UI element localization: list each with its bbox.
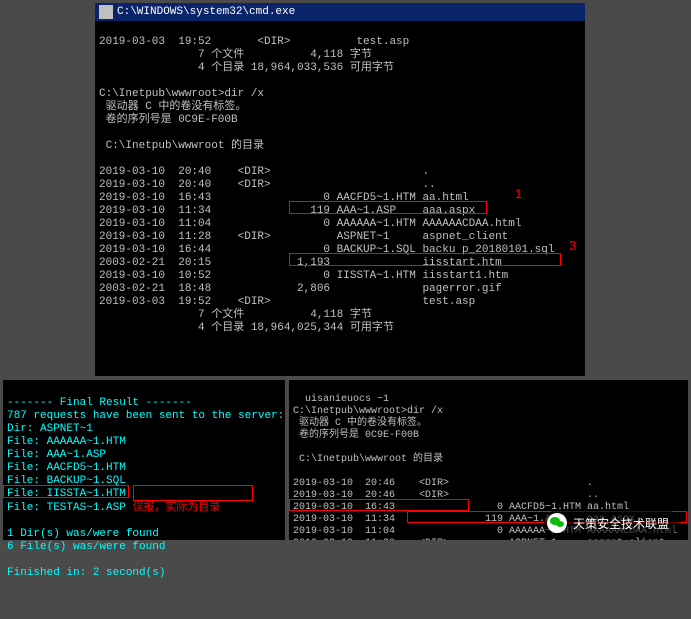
requests-line: 787 requests have been sent to the serve… — [7, 410, 284, 422]
file-found: File: BACKUP~1.SQL — [7, 475, 126, 487]
dir-row: 2019-03-10 11:28 <DIR> ASPNET~1 aspnet_c… — [99, 231, 508, 243]
dir-row: 2019-03-10 20:40 <DIR> .. — [99, 179, 436, 191]
dir-row: 2019-03-10 20:40 <DIR> . — [99, 166, 429, 178]
dir-row: 2019-03-10 11:34 119 AAA~1.ASP aaa.aspx — [99, 205, 475, 217]
dir-row: 2019-03-10 11:04 0 AAAAAA~1.HTM AAAAAACD… — [99, 218, 521, 230]
result-header: ------- Final Result ------- — [7, 397, 192, 409]
file-found: File: TESTAS~1.ASP — [7, 502, 126, 514]
dir-found: Dir: ASPNET~1 — [7, 423, 93, 435]
file-found: File: AACFD5~1.HTM — [7, 462, 126, 474]
line: 2019-03-03 19:52 <DIR> test.asp — [99, 36, 409, 48]
finished-line: Finished in: 2 second(s) — [7, 567, 165, 579]
line: 卷的序列号是 0C9E-F00B — [293, 430, 419, 441]
dir-row: 2019-03-10 20:46 <DIR> . — [293, 478, 593, 489]
annotation-3: 3 — [569, 238, 576, 253]
cmd-window-top: C:\WINDOWS\system32\cmd.exe 2019-03-03 1… — [95, 3, 585, 376]
line: 4 个目录 18,964,025,344 可用字节 — [99, 322, 394, 334]
file-found: File: AAA~1.ASP — [7, 449, 106, 461]
line: 7 个文件 4,118 字节 — [99, 49, 372, 61]
file-count: 6 File(s) was/were found — [7, 541, 165, 553]
file-found: File: IISSTA~1.HTM — [7, 488, 126, 500]
prompt-line: C:\Inetpub\wwwroot>dir /x — [293, 406, 443, 417]
line: 驱动器 C 中的卷没有标签。 — [293, 418, 427, 429]
false-positive-note: 误报，实际为目录 — [132, 501, 220, 513]
wechat-badge[interactable]: 天策安全技术联盟 — [544, 510, 679, 536]
line: C:\Inetpub\wwwroot 的目录 — [293, 454, 443, 465]
window-title: C:\WINDOWS\system32\cmd.exe — [117, 6, 295, 18]
dir-row: 2019-03-10 16:43 0 AACFD5~1.HTM aa.html — [99, 192, 469, 204]
wechat-label: 天策安全技术联盟 — [573, 515, 669, 532]
line: C:\Inetpub\wwwroot 的目录 — [99, 140, 264, 152]
line: uisanieuocs ~1 — [293, 394, 389, 405]
dir-row: 2019-03-10 20:46 <DIR> .. — [293, 490, 599, 501]
cmd-icon — [99, 5, 113, 19]
titlebar[interactable]: C:\WINDOWS\system32\cmd.exe — [95, 3, 585, 21]
terminal-output-top: 2019-03-03 19:52 <DIR> test.asp 7 个文件 4,… — [95, 21, 585, 337]
line: 7 个文件 4,118 字节 — [99, 309, 372, 321]
annotation-1: 1 — [515, 186, 522, 201]
line: 4 个目录 18,964,033,536 可用字节 — [99, 62, 394, 74]
highlight-box-note — [133, 485, 253, 501]
line: 驱动器 C 中的卷没有标签。 — [99, 101, 246, 113]
prompt-line: C:\Inetpub\wwwroot>dir /x — [99, 88, 264, 100]
dir-count: 1 Dir(s) was/were found — [7, 528, 159, 540]
dir-row: 2019-03-10 10:52 0 IISSTA~1.HTM iisstart… — [99, 270, 508, 282]
dir-row: 2019-03-10 16:44 0 BACKUP~1.SQL backu p_… — [99, 244, 554, 256]
scanner-output: ------- Final Result ------- 787 request… — [3, 380, 285, 540]
dir-row: 2003-02-21 18:48 2,806 pagerror.gif — [99, 283, 502, 295]
dir-row: 2019-03-03 19:52 <DIR> test.asp — [99, 296, 475, 308]
wechat-icon — [547, 513, 567, 533]
dir-row: 2003-02-21 20:15 1,193 iisstart.htm — [99, 257, 502, 269]
line: 卷的序列号是 0C9E-F00B — [99, 114, 238, 126]
file-found: File: AAAAAA~1.HTM — [7, 436, 126, 448]
dir-row: 2019-03-10 11:28 <DIR> ASPNET~1 aspnet_c… — [293, 538, 665, 540]
